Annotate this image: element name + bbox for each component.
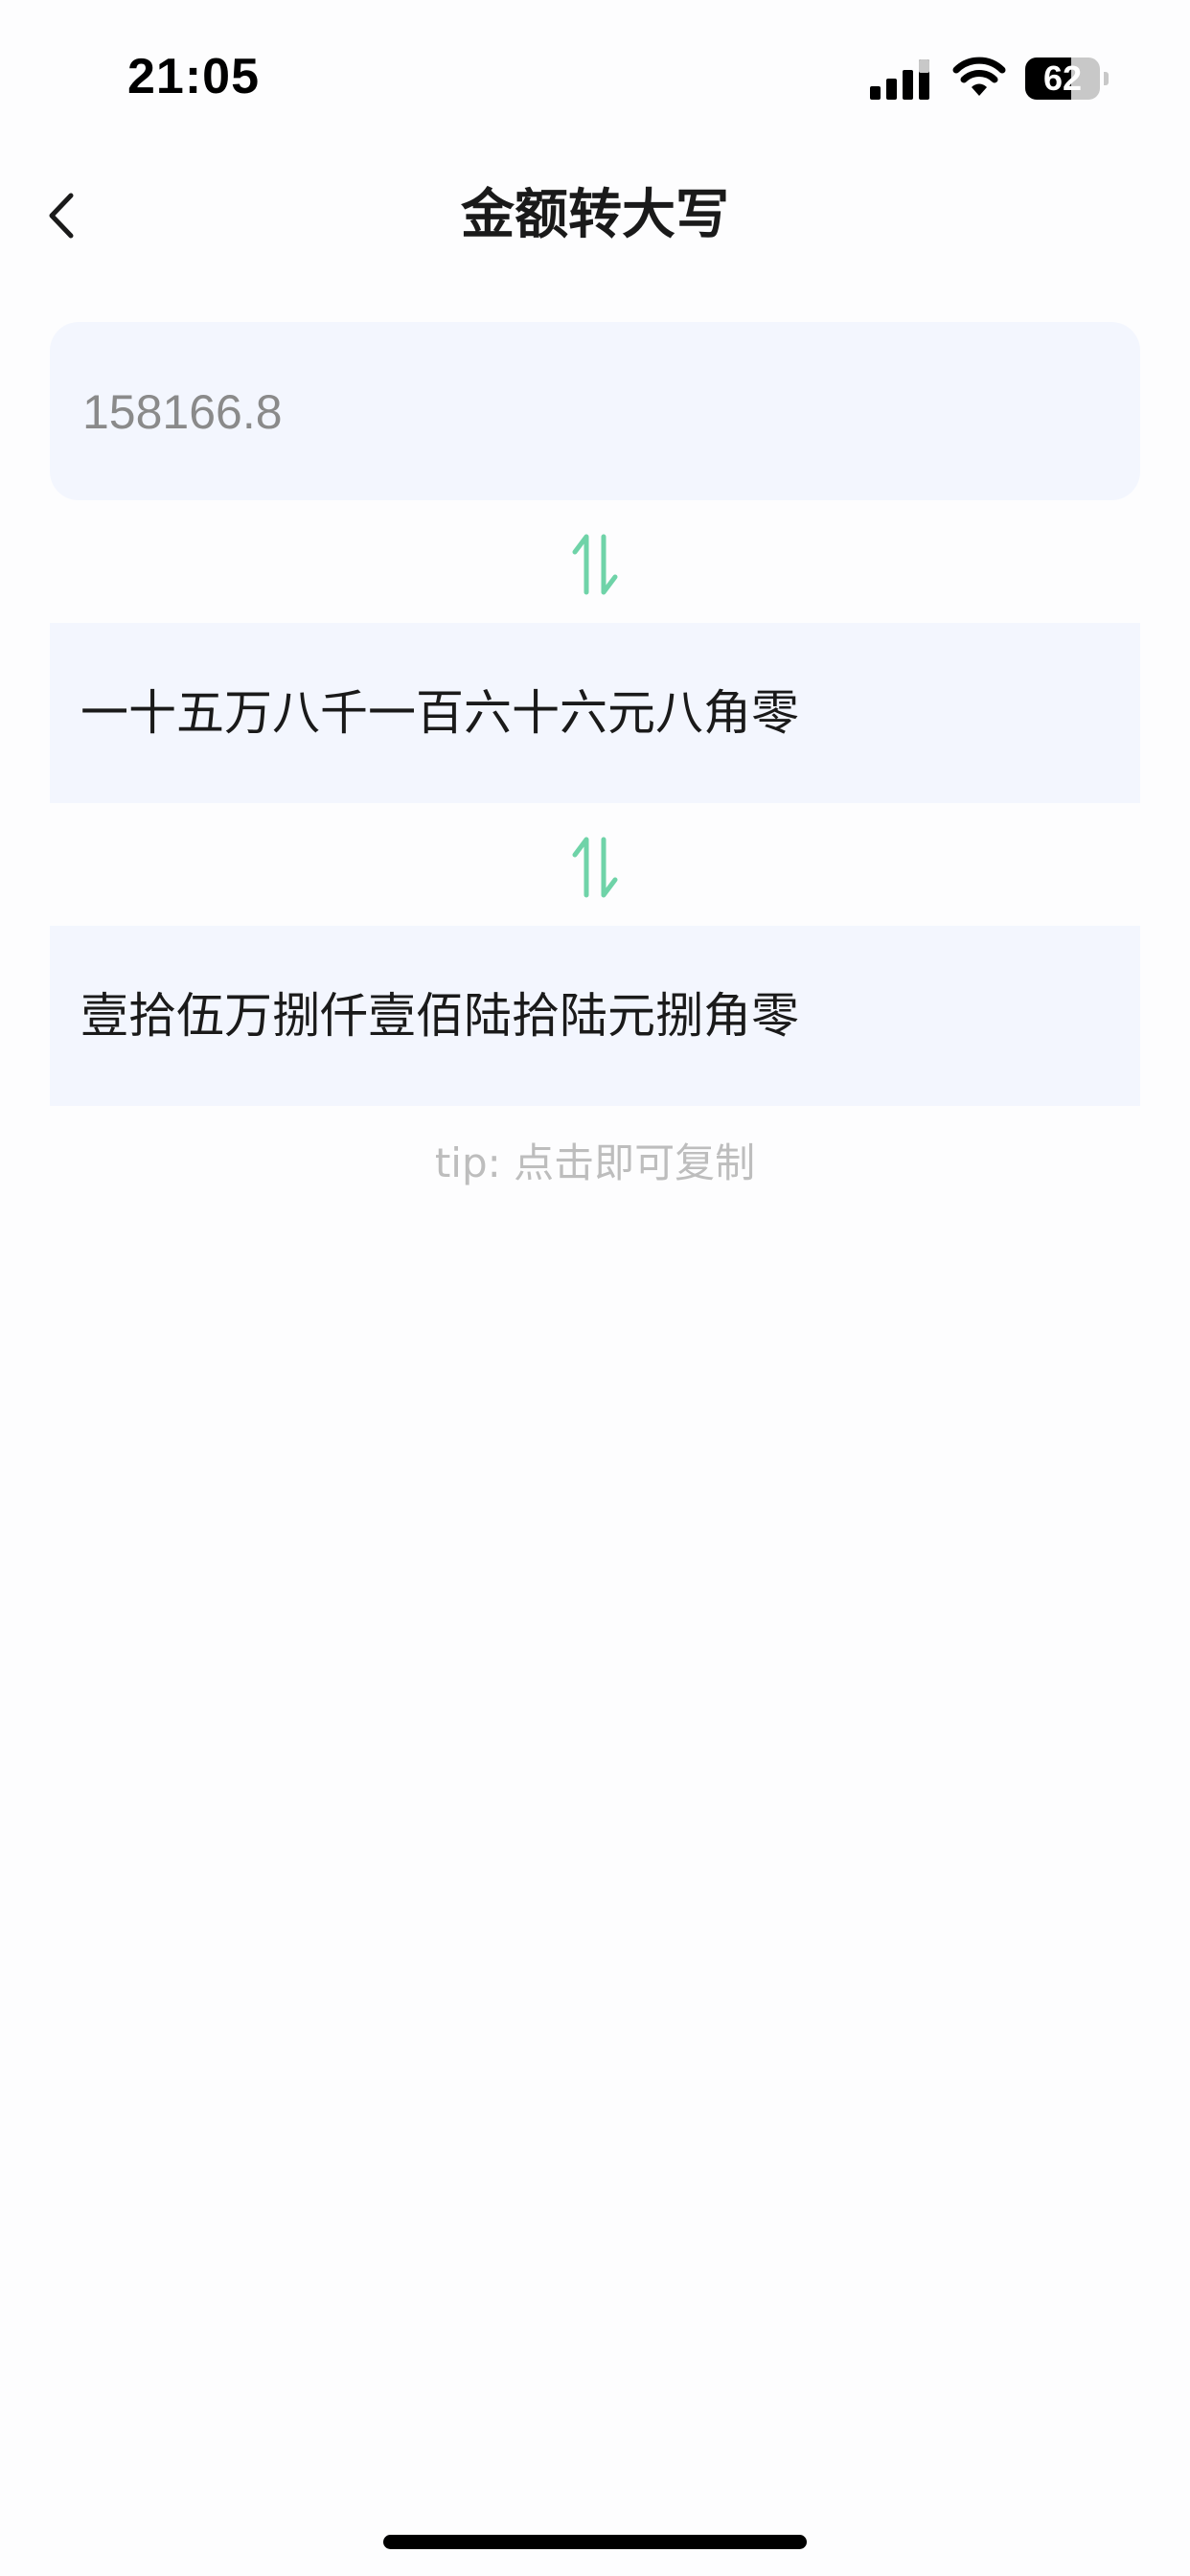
home-indicator[interactable] xyxy=(383,2535,807,2549)
lowercase-result-text: 一十五万八千一百六十六元八角零 xyxy=(80,685,799,741)
status-time: 21:05 xyxy=(127,49,260,104)
amount-input[interactable] xyxy=(80,322,1119,502)
battery-level: 62 xyxy=(1042,58,1083,98)
swap-vertical-arrows-icon xyxy=(572,837,618,898)
back-button[interactable] xyxy=(34,182,92,249)
swap-vertical-arrows-icon xyxy=(572,534,618,595)
nav-bar: 金额转大写 xyxy=(0,153,1190,278)
status-bar: 21:05 62 xyxy=(0,0,1190,153)
uppercase-result-card[interactable]: 壹拾伍万捌仟壹佰陆拾陆元捌角零 xyxy=(50,926,1140,1106)
uppercase-result-text: 壹拾伍万捌仟壹佰陆拾陆元捌角零 xyxy=(80,988,799,1044)
page-title: 金额转大写 xyxy=(461,184,729,246)
lowercase-result-card[interactable]: 一十五万八千一百六十六元八角零 xyxy=(50,623,1140,803)
battery-icon: 62 xyxy=(1025,58,1110,100)
wifi-icon xyxy=(952,57,1006,96)
chevron-left-icon xyxy=(49,193,74,239)
copy-tip: tip: 点击即可复制 xyxy=(434,1139,756,1186)
cellular-signal-icon xyxy=(870,59,929,100)
amount-input-container xyxy=(50,322,1140,502)
